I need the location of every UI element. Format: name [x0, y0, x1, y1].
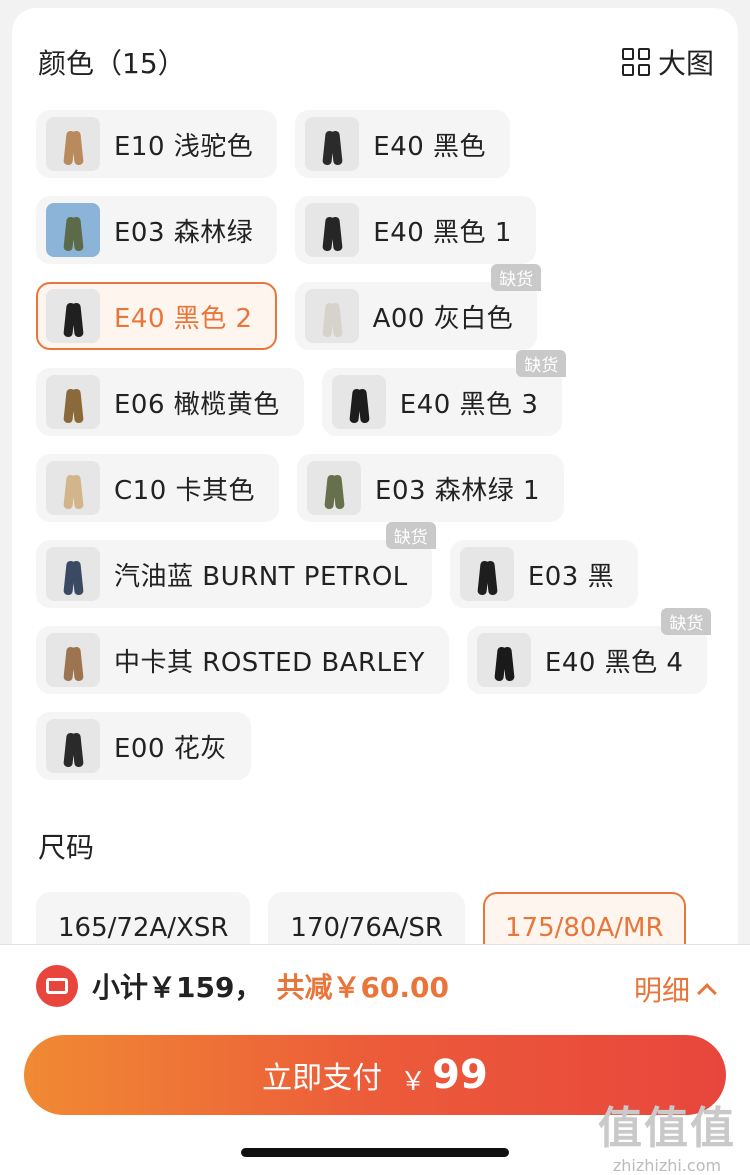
color-option-label: E06 橄榄黄色: [114, 389, 280, 420]
color-option-label: A00 灰白色: [372, 303, 514, 334]
large-view-toggle[interactable]: 大图: [621, 42, 714, 82]
watermark-logo: 值值值: [598, 1103, 736, 1154]
color-option[interactable]: E40 黑色 3 缺货: [321, 350, 567, 436]
product-thumbnail: [46, 203, 100, 257]
price-detail-toggle[interactable]: 明细: [633, 969, 717, 1009]
watermark-url: zhizhizhi.com: [612, 1156, 722, 1175]
site-watermark: 值值值 zhizhizhi.com: [598, 1092, 736, 1175]
color-option[interactable]: C10 卡其色: [36, 454, 280, 522]
large-view-label: 大图: [657, 47, 714, 80]
pay-currency: ￥: [400, 1066, 427, 1097]
color-option-label: E40 黑色: [373, 131, 487, 162]
color-option[interactable]: E10 浅驼色: [36, 110, 278, 178]
product-thumbnail: [305, 203, 360, 257]
pay-now-label: 立即支付: [262, 1061, 383, 1096]
color-option[interactable]: E40 黑色 1: [295, 196, 536, 264]
color-option-label: E10 浅驼色: [114, 131, 254, 162]
color-option-label: E03 森林绿 1: [375, 475, 541, 506]
coupon-ticket-icon: [36, 965, 78, 1007]
home-indicator[interactable]: [241, 1148, 509, 1157]
color-option-label: C10 卡其色: [114, 475, 256, 506]
out-of-stock-badge: 缺货: [385, 522, 436, 549]
size-section-title: 尺码: [38, 831, 95, 864]
color-option[interactable]: A00 灰白色 缺货: [294, 264, 542, 350]
color-option[interactable]: E06 橄榄黄色: [36, 368, 304, 436]
color-option[interactable]: E00 花灰: [36, 712, 251, 780]
color-option-label: E40 黑色 3: [399, 389, 539, 420]
color-option-label: E03 黑: [527, 561, 615, 592]
color-option[interactable]: 汽油蓝 BURNT PETROL 缺货: [36, 522, 436, 608]
subtotal-text: 小计￥159，: [92, 971, 263, 1004]
color-option-selected[interactable]: E40 黑色 2: [36, 282, 277, 350]
out-of-stock-badge: 缺货: [661, 608, 712, 635]
color-option-label: E03 森林绿: [114, 217, 254, 248]
price-summary: 小计￥159， 共减￥60.00 明细: [36, 963, 726, 1009]
color-option-label: E40 黑色 2: [114, 303, 253, 334]
color-option[interactable]: E40 黑色 4 缺货: [466, 608, 712, 694]
product-option-sheet: 颜色（15） 大图 E10 浅驼色 E40 黑色 E03 森林绿 E40 黑色 …: [0, 0, 750, 1175]
discount-text: 共减￥60.00: [276, 971, 450, 1004]
product-thumbnail: [307, 461, 362, 515]
pay-amount: 99: [432, 1052, 488, 1098]
chevron-up-icon: [697, 983, 717, 1003]
color-option-label: E40 黑色 1: [373, 217, 512, 248]
product-thumbnail: [46, 461, 100, 515]
product-thumbnail: [304, 289, 359, 343]
product-thumbnail: [46, 375, 100, 429]
product-thumbnail: [46, 719, 100, 773]
product-thumbnail: [459, 547, 514, 601]
color-option-label: E40 黑色 4: [544, 647, 684, 678]
price-detail-label: 明细: [633, 974, 690, 1007]
options-card: 颜色（15） 大图 E10 浅驼色 E40 黑色 E03 森林绿 E40 黑色 …: [12, 8, 738, 1008]
grid-view-icon: [621, 48, 650, 76]
color-section-title: 颜色（15）: [38, 47, 186, 80]
product-thumbnail: [46, 633, 100, 687]
product-thumbnail: [331, 375, 386, 429]
out-of-stock-badge: 缺货: [516, 350, 567, 377]
color-option[interactable]: E40 黑色: [295, 110, 511, 178]
color-option[interactable]: 中卡其 ROSTED BARLEY: [36, 626, 449, 694]
color-options: E10 浅驼色 E40 黑色 E03 森林绿 E40 黑色 1 E40 黑色 2…: [36, 110, 726, 798]
product-thumbnail: [476, 633, 531, 687]
product-thumbnail: [46, 547, 100, 601]
product-thumbnail: [46, 117, 100, 171]
color-option-label: E00 花灰: [114, 733, 227, 764]
out-of-stock-badge: 缺货: [491, 264, 542, 291]
color-option[interactable]: E03 森林绿 1: [297, 454, 565, 522]
product-thumbnail: [46, 289, 100, 343]
color-option[interactable]: E03 森林绿: [36, 196, 278, 264]
product-thumbnail: [305, 117, 360, 171]
color-option-label: 中卡其 ROSTED BARLEY: [114, 647, 425, 678]
color-option[interactable]: E03 黑: [449, 540, 639, 608]
color-option-label: 汽油蓝 BURNT PETROL: [114, 561, 408, 592]
